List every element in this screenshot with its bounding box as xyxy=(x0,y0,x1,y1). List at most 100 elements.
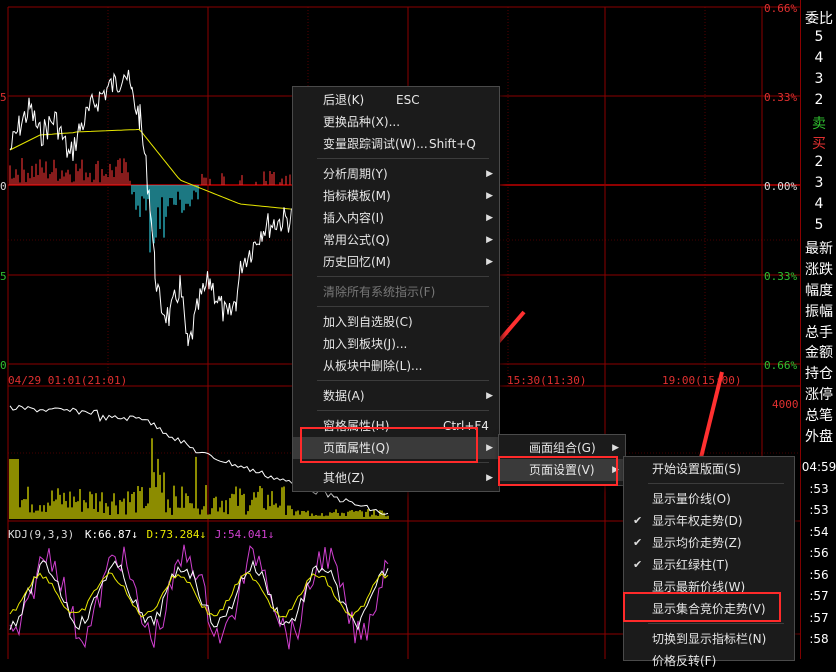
sidebar-item: 委比 xyxy=(805,11,833,27)
sidebar-item: :56 xyxy=(809,546,829,560)
sidebar-item: :56 xyxy=(809,567,829,582)
menu-item[interactable]: 显示年权走势(D) ✔ xyxy=(624,510,794,532)
right-axis-label: 0.33% xyxy=(764,270,798,283)
menu-item[interactable]: 清除所有系统指示(F) xyxy=(293,281,499,303)
sidebar-item: :57 xyxy=(809,610,829,625)
kdj-k-line xyxy=(9,559,389,631)
sidebar-item: 04:59 xyxy=(801,460,836,474)
menu-item[interactable]: 显示均价走势(Z) ✔ xyxy=(624,532,794,554)
menu-item[interactable]: 分析周期(Y) ▶ xyxy=(293,163,499,185)
price-line xyxy=(9,69,292,347)
menu-separator xyxy=(648,623,784,624)
menu-item[interactable]: 其他(Z) ▶ xyxy=(293,467,499,489)
menu-item[interactable]: 指标模板(M) ▶ xyxy=(293,185,499,207)
sidebar-item: 最新 xyxy=(805,240,833,257)
date-label: 04/29 01:01(21:01) xyxy=(8,374,128,387)
sidebar-item: 2 xyxy=(814,91,824,108)
menu-separator xyxy=(317,380,489,381)
kdj-d-value: D:73.284↓ xyxy=(146,528,207,541)
menu-item-label: 常用公式(Q) xyxy=(323,233,390,247)
sidebar-item: :57 xyxy=(809,589,829,603)
sidebar-item: 2 xyxy=(814,154,824,171)
menu-item-label: 加入到自选股(C) xyxy=(323,315,413,329)
menu-item-label: 显示红绿柱(T) xyxy=(652,558,729,572)
submenu-arrow-icon: ▶ xyxy=(486,391,493,401)
submenu-arrow-icon: ▶ xyxy=(486,169,493,179)
sidebar-item: :53 xyxy=(809,503,829,517)
right-axis-label: 0.00% xyxy=(764,180,798,193)
left-axis-label: 0 xyxy=(0,180,7,193)
highlight-auction-trend xyxy=(623,592,781,622)
menu-item-label: 后退(K) xyxy=(323,93,365,107)
sidebar-item: 外盘 xyxy=(805,429,833,445)
menu-separator xyxy=(317,410,489,411)
menu-shortcut: ESC xyxy=(396,93,420,107)
menu-separator xyxy=(317,158,489,159)
right-axis-label: 0.33% xyxy=(764,91,798,104)
submenu-arrow-icon: ▶ xyxy=(486,235,493,245)
menu-item[interactable]: 切换到显示指标栏(N) xyxy=(624,628,794,650)
left-axis-label: 5 xyxy=(0,91,7,104)
sidebar-item: 涨跌 xyxy=(805,261,833,278)
menu-separator xyxy=(648,483,784,484)
menu-item-label: 数据(A) xyxy=(323,389,365,403)
sidebar-item: :53 xyxy=(809,481,829,496)
checkmark-icon: ✔ xyxy=(633,514,643,527)
menu-item[interactable]: 更换品种(X)... xyxy=(293,111,499,133)
highlight-page-settings xyxy=(498,456,618,486)
kdj-k-value: K:66.87↓ xyxy=(84,528,138,541)
kdj-legend: KDJ(9,3,3) K:66.87↓ D:73.284↓ J:54.041↓ xyxy=(8,528,274,541)
menu-item[interactable]: 后退(K) ESC xyxy=(293,89,499,111)
menu-item[interactable]: 变量跟踪调试(W)... Shift+Q xyxy=(293,133,499,155)
sidebar-item: 总笔 xyxy=(805,408,833,425)
menu-item-label: 价格反转(F) xyxy=(652,654,717,668)
right-axis-label: 0.66% xyxy=(764,359,798,372)
menu-separator xyxy=(317,276,489,277)
page-settings-submenu: 开始设置版面(S) 显示量价线(O) 显示年权走势(D) ✔ 显示均价走势(Z) ✔ 显示红… xyxy=(623,456,795,668)
menu-item-label: 指标模板(M) xyxy=(323,189,391,203)
time-label-right: 19:00(15:00) xyxy=(662,374,742,387)
menu-item[interactable]: 加入到自选股(C) xyxy=(293,311,499,333)
submenu-arrow-icon: ▶ xyxy=(486,473,493,483)
menu-item[interactable]: 插入内容(I) ▶ xyxy=(293,207,499,229)
volume-axis-label: 4000 xyxy=(772,398,799,411)
menu-item-label: 开始设置版面(S) xyxy=(652,462,741,476)
menu-item-label: 清除所有系统指示(F) xyxy=(323,285,436,299)
sidebar-item: :54 xyxy=(809,524,829,539)
sidebar-item: 5 xyxy=(814,217,824,233)
sidebar-item: 4 xyxy=(814,196,824,213)
menu-shortcut: Shift+Q xyxy=(429,137,476,151)
average-price-line xyxy=(9,128,293,210)
menu-item-label: 从板块中删除(L)... xyxy=(323,359,423,373)
sidebar-item: 持仓 xyxy=(805,366,833,383)
menu-item[interactable]: 显示红绿柱(T) ✔ xyxy=(624,554,794,576)
menu-separator xyxy=(317,306,489,307)
sidebar-item: 振幅 xyxy=(805,303,833,320)
sidebar-item: :58 xyxy=(809,632,829,646)
sidebar-item: 总手 xyxy=(805,324,833,341)
menu-item-label: 更换品种(X)... xyxy=(323,115,401,129)
menu-item[interactable]: 数据(A) ▶ xyxy=(293,385,499,407)
highlight-page-properties xyxy=(300,427,478,463)
menu-item[interactable]: 开始设置版面(S) xyxy=(624,458,794,480)
submenu-arrow-icon: ▶ xyxy=(486,191,493,201)
submenu-arrow-icon: ▶ xyxy=(486,257,493,267)
menu-item[interactable]: 加入到板块(J)... xyxy=(293,333,499,355)
menu-item[interactable]: 常用公式(Q) ▶ xyxy=(293,229,499,251)
menu-item[interactable]: 历史回忆(M) ▶ xyxy=(293,251,499,273)
menu-item[interactable]: 价格反转(F) xyxy=(624,650,794,672)
checkmark-icon: ✔ xyxy=(633,536,643,549)
sidebar-item: 金额 xyxy=(805,345,833,362)
menu-item[interactable]: 从板块中删除(L)... xyxy=(293,355,499,377)
checkmark-icon: ✔ xyxy=(633,558,643,571)
sidebar-item: 买 xyxy=(812,136,826,153)
menu-item-label: 显示均价走势(Z) xyxy=(652,536,742,550)
sidebar-item: 3 xyxy=(814,175,824,192)
sidebar-item: 卖 xyxy=(812,115,826,132)
menu-item[interactable]: 显示量价线(O) xyxy=(624,488,794,510)
menu-item-label: 显示量价线(O) xyxy=(652,492,731,506)
right-axis-label: 0.66% xyxy=(764,2,798,15)
kdj-j-value: J:54.041↓ xyxy=(214,528,275,541)
sidebar-item: 幅度 xyxy=(805,282,833,299)
left-axis-label: 0 xyxy=(0,359,7,372)
